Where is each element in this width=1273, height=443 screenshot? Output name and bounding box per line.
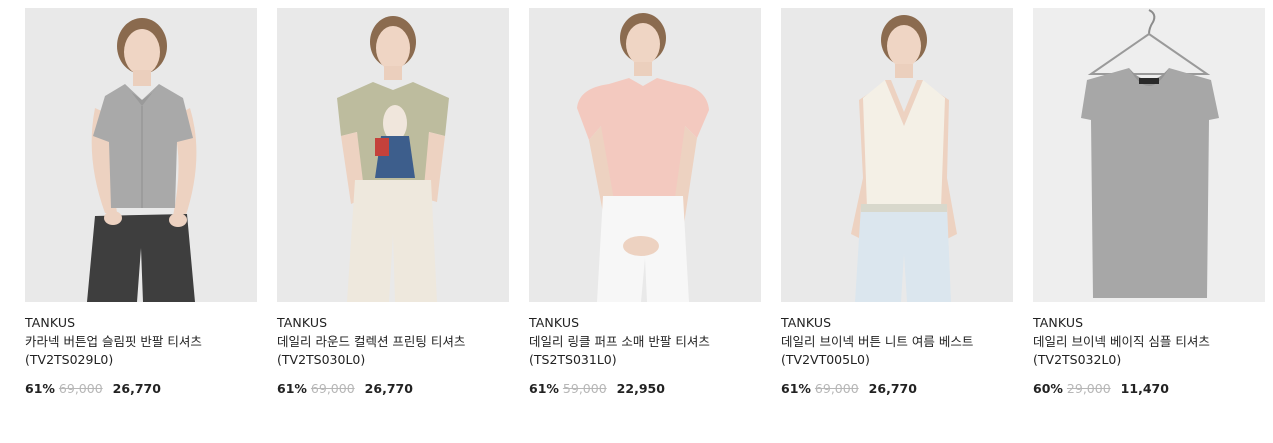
- product-image[interactable]: [1033, 8, 1265, 302]
- product-grid: TANKUS 카라넥 버튼업 슬림핏 반팔 티셔츠 (TV2TS029L0) 6…: [25, 8, 1265, 438]
- price-row: 60% 29,000 11,470: [1033, 381, 1265, 397]
- product-image[interactable]: [781, 8, 1013, 302]
- product-brand: TANKUS: [781, 315, 832, 330]
- product-brand: TANKUS: [277, 315, 328, 330]
- product-card[interactable]: TANKUS 데일리 라운드 컬렉션 프린팅 티셔츠 (TV2TS030L0) …: [277, 8, 509, 438]
- product-name[interactable]: 데일리 라운드 컬렉션 프린팅 티셔츠 (TV2TS030L0): [277, 333, 509, 369]
- price-row: 61% 69,000 26,770: [25, 381, 257, 397]
- discount-rate: 61%: [781, 381, 811, 396]
- price-row: 61% 59,000 22,950: [529, 381, 761, 397]
- product-image[interactable]: [25, 8, 257, 302]
- product-name[interactable]: 데일리 브이넥 버튼 니트 여름 베스트 (TV2VT005L0): [781, 333, 1013, 369]
- product-card[interactable]: TANKUS 데일리 링클 퍼프 소매 반팔 티셔츠 (TS2TS031L0) …: [529, 8, 761, 438]
- original-price: 69,000: [814, 381, 859, 396]
- product-title: 데일리 브이넥 버튼 니트 여름 베스트: [781, 334, 974, 349]
- sale-price: 26,770: [112, 381, 161, 396]
- product-name[interactable]: 카라넥 버튼업 슬림핏 반팔 티셔츠 (TV2TS029L0): [25, 333, 257, 369]
- product-card[interactable]: TANKUS 데일리 브이넥 버튼 니트 여름 베스트 (TV2VT005L0)…: [781, 8, 1013, 438]
- product-title: 데일리 브이넥 베이직 심플 티셔츠: [1033, 334, 1210, 349]
- original-price: 59,000: [562, 381, 607, 396]
- product-image[interactable]: [529, 8, 761, 302]
- discount-rate: 61%: [25, 381, 55, 396]
- price-row: 61% 69,000 26,770: [277, 381, 509, 397]
- hanger-gray-vneck-tee-photo: [1033, 8, 1265, 302]
- product-name[interactable]: 데일리 브이넥 베이직 심플 티셔츠 (TV2TS032L0): [1033, 333, 1265, 369]
- product-card[interactable]: TANKUS 카라넥 버튼업 슬림핏 반팔 티셔츠 (TV2TS029L0) 6…: [25, 8, 257, 438]
- original-price: 69,000: [310, 381, 355, 396]
- product-brand: TANKUS: [25, 315, 76, 330]
- product-code: (TV2VT005L0): [781, 352, 870, 367]
- product-title: 데일리 링클 퍼프 소매 반팔 티셔츠: [529, 334, 710, 349]
- product-card[interactable]: TANKUS 데일리 브이넥 베이직 심플 티셔츠 (TV2TS032L0) 6…: [1033, 8, 1265, 438]
- sale-price: 22,950: [616, 381, 665, 396]
- original-price: 69,000: [58, 381, 103, 396]
- sale-price: 26,770: [364, 381, 413, 396]
- product-code: (TV2TS030L0): [277, 352, 366, 367]
- discount-rate: 60%: [1033, 381, 1063, 396]
- price-row: 61% 69,000 26,770: [781, 381, 1013, 397]
- model-gray-collar-top-photo: [25, 8, 257, 302]
- product-image[interactable]: [277, 8, 509, 302]
- discount-rate: 61%: [529, 381, 559, 396]
- product-name[interactable]: 데일리 링클 퍼프 소매 반팔 티셔츠 (TS2TS031L0): [529, 333, 761, 369]
- product-title: 카라넥 버튼업 슬림핏 반팔 티셔츠: [25, 334, 202, 349]
- discount-rate: 61%: [277, 381, 307, 396]
- model-khaki-print-tee-photo: [277, 8, 509, 302]
- sale-price: 26,770: [868, 381, 917, 396]
- product-brand: TANKUS: [529, 315, 580, 330]
- model-pink-puff-tee-photo: [529, 8, 761, 302]
- original-price: 29,000: [1066, 381, 1111, 396]
- product-title: 데일리 라운드 컬렉션 프린팅 티셔츠: [277, 334, 466, 349]
- sale-price: 11,470: [1120, 381, 1169, 396]
- product-code: (TV2TS032L0): [1033, 352, 1122, 367]
- product-brand: TANKUS: [1033, 315, 1084, 330]
- product-code: (TV2TS029L0): [25, 352, 114, 367]
- model-ivory-knit-vest-photo: [781, 8, 1013, 302]
- product-code: (TS2TS031L0): [529, 352, 617, 367]
